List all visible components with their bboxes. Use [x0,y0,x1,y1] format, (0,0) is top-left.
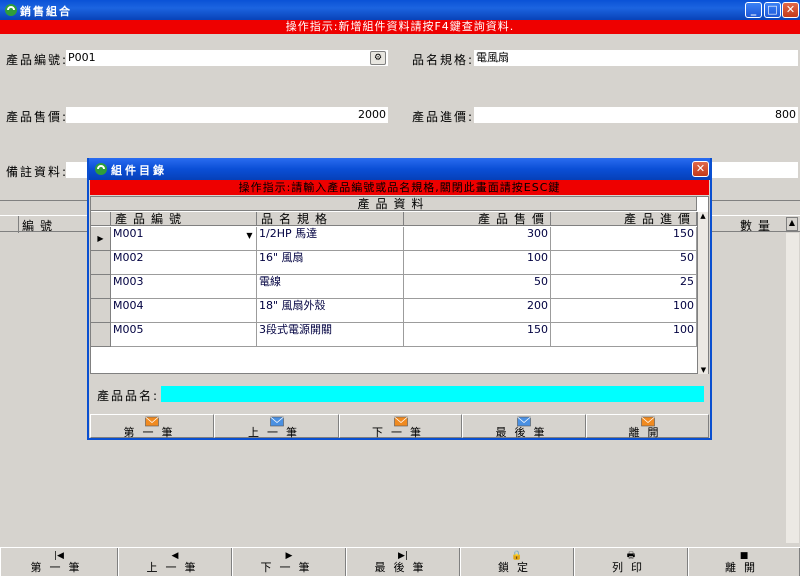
table-cell-code[interactable]: M001 [111,227,257,251]
toolbar-button-1[interactable]: ◀ 上一筆 [118,548,232,576]
row-selector[interactable] [91,251,111,275]
toolbar-button-label: 上一筆 [146,561,204,574]
row-selector-header [91,212,111,226]
instruction-bar: 操作指示:新增組件資料請按F4鍵查詢資料. [0,20,800,34]
toolbar-button-label: 離開 [725,561,763,574]
window-title: 銷售組合 [20,5,72,18]
table-cell-name[interactable]: 電線 [257,275,404,299]
dialog-instruction-bar: 操作指示:請輸入產品編號或品名規格,關閉此畫面請按ESC鍵 [90,180,709,195]
sale-price-label: 產品售價: [6,110,69,124]
table-cell-price[interactable]: 150 [404,323,551,347]
table-cell-code[interactable]: M005 [111,323,257,347]
minimize-button[interactable]: _ [745,2,762,18]
dialog-nav-label: 第一筆 [123,426,181,439]
dialog-nav-label: 上一筆 [248,426,305,439]
toolbar-button-4[interactable]: 🔒 鎖定 [460,548,574,576]
dialog-scrollbar[interactable]: ▲ ▼ [697,212,708,374]
table-cell-code[interactable]: M003 [111,275,257,299]
toolbar-button-2[interactable]: ▶ 下一筆 [232,548,346,576]
note-label: 備註資料: [6,165,69,179]
toolbar-button-label: 鎖定 [498,561,536,574]
dropdown-arrow-icon[interactable]: ▼ [244,231,255,241]
spec-field[interactable]: 電風扇 [474,50,798,66]
row-selector[interactable] [91,323,111,347]
dialog-scroll-up[interactable]: ▲ [698,212,708,220]
toolbar-button-label: 最後筆 [374,561,432,574]
table-cell-cost[interactable]: 100 [551,323,697,347]
col-header-2[interactable]: 產品售價 [404,212,551,226]
spec-label: 品名規格: [412,53,475,67]
dialog-nav-button-1[interactable]: 上一筆 [214,414,339,438]
dialog-close-button[interactable]: ✕ [692,161,709,177]
dialog-nav-button-2[interactable]: 下一筆 [339,414,462,438]
catalog-grid[interactable]: 產品資料 產品編號 品名規格 產品售價 產品進價 ▶ M001 1/2HP 馬達 300 15… [90,196,709,374]
product-code-label: 產品編號: [6,53,69,67]
search-field[interactable] [161,386,704,402]
toolbar-button-0[interactable]: |◀ 第一筆 [0,548,118,576]
toolbar-button-5[interactable]: 🖶 列印 [574,548,688,576]
dialog-recycle-icon [95,163,107,175]
table-cell-code[interactable]: M002 [111,251,257,275]
note-field-tail[interactable] [712,162,798,178]
dialog-nav-button-0[interactable]: 第一筆 [90,414,214,438]
toolbar-button-6[interactable]: ■ 離開 [688,548,800,576]
col-qty-header: 數量 [740,219,777,233]
col-header-1[interactable]: 品名規格 [257,212,404,226]
maximize-button[interactable]: □ [764,2,781,18]
window-titlebar: 銷售組合 _ □ ✕ [0,0,800,20]
sale-price-field[interactable]: 2000 [66,107,388,123]
table-cell-cost[interactable]: 100 [551,299,697,323]
table-cell-name[interactable]: 18" 風扇外殼 [257,299,404,323]
toolbar-button-3[interactable]: ▶| 最後筆 [346,548,460,576]
cost-price-field[interactable]: 800 [474,107,798,123]
table-cell-price[interactable]: 50 [404,275,551,299]
col-code-header: 編號 [22,219,59,233]
toolbar-button-label: 下一筆 [260,561,318,574]
dialog-title: 組件目錄 [111,164,167,177]
close-button[interactable]: ✕ [782,2,799,18]
search-label: 產品品名: [97,389,160,403]
table-cell-cost[interactable]: 150 [551,227,697,251]
table-cell-cost[interactable]: 25 [551,275,697,299]
dialog-nav-button-3[interactable]: 最後筆 [462,414,586,438]
row-selector[interactable] [91,275,111,299]
dialog-scroll-down[interactable]: ▼ [698,366,709,374]
dialog-nav-buttons: 第一筆 上一筆 下一筆 最後筆 離開 [90,414,709,438]
dialog-nav-label: 離開 [628,426,667,439]
table-cell-price[interactable]: 100 [404,251,551,275]
table-cell-name[interactable]: 16" 風扇 [257,251,404,275]
cost-price-label: 產品進價: [412,110,475,124]
app-recycle-icon [5,4,17,16]
table-cell-code[interactable]: M004 [111,299,257,323]
col-header-3[interactable]: 產品進價 [551,212,697,226]
lookup-button[interactable]: ⚙ [370,51,386,65]
row-selector[interactable]: ▶ [91,227,111,251]
table-cell-price[interactable]: 300 [404,227,551,251]
dialog-nav-label: 最後筆 [495,426,553,439]
dialog-nav-button-4[interactable]: 離開 [586,414,709,438]
scroll-up-button[interactable]: ▲ [786,217,798,231]
component-catalog-dialog: 組件目錄 ✕ 操作指示:請輸入產品編號或品名規格,關閉此畫面請按ESC鍵 產品資… [87,158,712,440]
product-code-field[interactable]: P001 [66,50,388,66]
table-cell-price[interactable]: 200 [404,299,551,323]
dialog-nav-label: 下一筆 [372,426,429,439]
row-selector[interactable] [91,299,111,323]
bottom-toolbar: |◀ 第一筆 ◀ 上一筆 ▶ 下一筆 ▶| 最後筆 🔒 鎖定 🖶 列印 ■ 離開 [0,547,800,576]
scrollbar-track[interactable] [786,233,799,543]
table-cell-name[interactable]: 3段式電源開關 [257,323,404,347]
toolbar-button-label: 列印 [612,561,650,574]
dialog-titlebar: 組件目錄 ✕ [89,158,710,180]
table-cell-cost[interactable]: 50 [551,251,697,275]
table-cell-name[interactable]: 1/2HP 馬達 [257,227,404,251]
col-header-0[interactable]: 產品編號 [111,212,257,226]
group-header: 產品資料 [91,197,697,211]
toolbar-button-label: 第一筆 [30,561,88,574]
